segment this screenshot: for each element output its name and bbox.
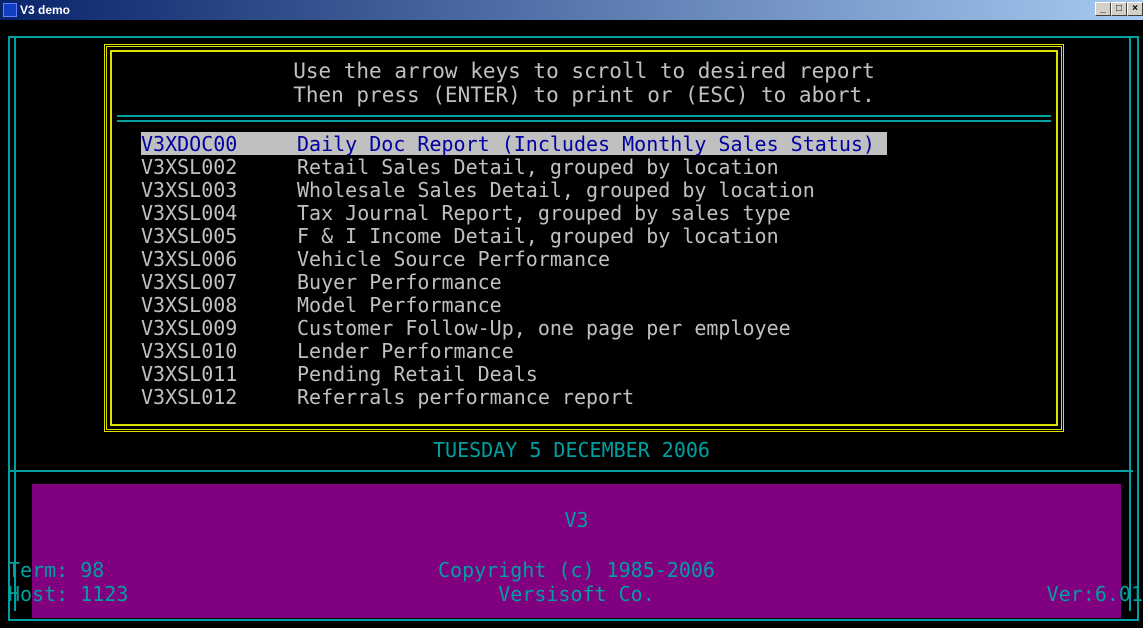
menu-item-selected[interactable]: V3XDOC00 Daily Doc Report (Includes Month… [141,132,888,156]
menu-item[interactable]: V3XSL003 Wholesale Sales Detail, grouped … [141,178,815,202]
report-desc: Retail Sales Detail, grouped by location [297,155,779,179]
window-controls: _ □ × [1095,2,1143,16]
report-desc: Lender Performance [297,339,514,363]
menu-separator [117,115,1051,117]
version-label: Ver:6.01 [1046,582,1143,606]
company-name: Versisoft Co. [498,582,655,606]
instruction-line-1: Use the arrow keys to scroll to desired … [293,59,875,83]
report-desc: Customer Follow-Up, one page per employe… [297,316,791,340]
report-code: V3XSL007 [141,270,238,294]
report-code: V3XDOC00 [141,132,238,156]
report-desc: Referrals performance report [297,385,635,409]
terminal-console[interactable]: Use the arrow keys to scroll to desired … [4,20,1143,624]
divider-line [10,470,1133,472]
window-title: V3 demo [20,3,71,17]
menu-item[interactable]: V3XSL006 Vehicle Source Performance [141,247,611,271]
app-icon [3,3,17,17]
maximize-button[interactable]: □ [1111,2,1127,16]
report-desc: Vehicle Source Performance [297,247,611,271]
instruction-line-2: Then press (ENTER) to print or (ESC) to … [293,83,875,107]
report-code: V3XSL009 [141,316,238,340]
menu-item[interactable]: V3XSL009 Customer Follow-Up, one page per… [141,316,791,340]
menu-item[interactable]: V3XSL008 Model Performance [141,293,502,317]
title-bar[interactable]: V3 demo _ □ × [0,0,1143,20]
report-code: V3XSL005 [141,224,238,248]
status-panel: V3 Term: 98 Host: 1123 Copyright (c) 198… [8,484,1143,618]
report-desc: Tax Journal Report, grouped by sales typ… [297,201,791,225]
close-button[interactable]: × [1127,2,1143,16]
report-desc: Daily Doc Report (Includes Monthly Sales… [297,132,875,156]
menu-separator-2 [117,120,1051,122]
report-desc: F & I Income Detail, grouped by location [297,224,779,248]
report-desc: Pending Retail Deals [297,362,538,386]
menu-item[interactable]: V3XSL002 Retail Sales Detail, grouped by … [141,155,779,179]
app-name: V3 [564,508,589,532]
report-code: V3XSL012 [141,385,238,409]
report-code: V3XSL006 [141,247,238,271]
menu-item[interactable]: V3XSL007 Buyer Performance [141,270,502,294]
report-code: V3XSL008 [141,293,238,317]
copyright-text: Copyright (c) 1985-2006 [438,558,715,582]
menu-item[interactable]: V3XSL011 Pending Retail Deals [141,362,538,386]
report-menu-box: Use the arrow keys to scroll to desired … [104,44,1064,432]
report-code: V3XSL002 [141,155,238,179]
minimize-button[interactable]: _ [1095,2,1111,16]
report-desc: Buyer Performance [297,270,502,294]
menu-item[interactable]: V3XSL004 Tax Journal Report, grouped by s… [141,201,791,225]
report-code: V3XSL003 [141,178,238,202]
current-date: TUESDAY 5 DECEMBER 2006 [433,438,710,462]
report-code: V3XSL010 [141,339,238,363]
report-code: V3XSL011 [141,362,238,386]
menu-item[interactable]: V3XSL010 Lender Performance [141,339,514,363]
report-desc: Model Performance [297,293,502,317]
menu-item[interactable]: V3XSL005 F & I Income Detail, grouped by … [141,224,779,248]
report-desc: Wholesale Sales Detail, grouped by locat… [297,178,815,202]
menu-item[interactable]: V3XSL012 Referrals performance report [141,385,635,409]
report-code: V3XSL004 [141,201,238,225]
